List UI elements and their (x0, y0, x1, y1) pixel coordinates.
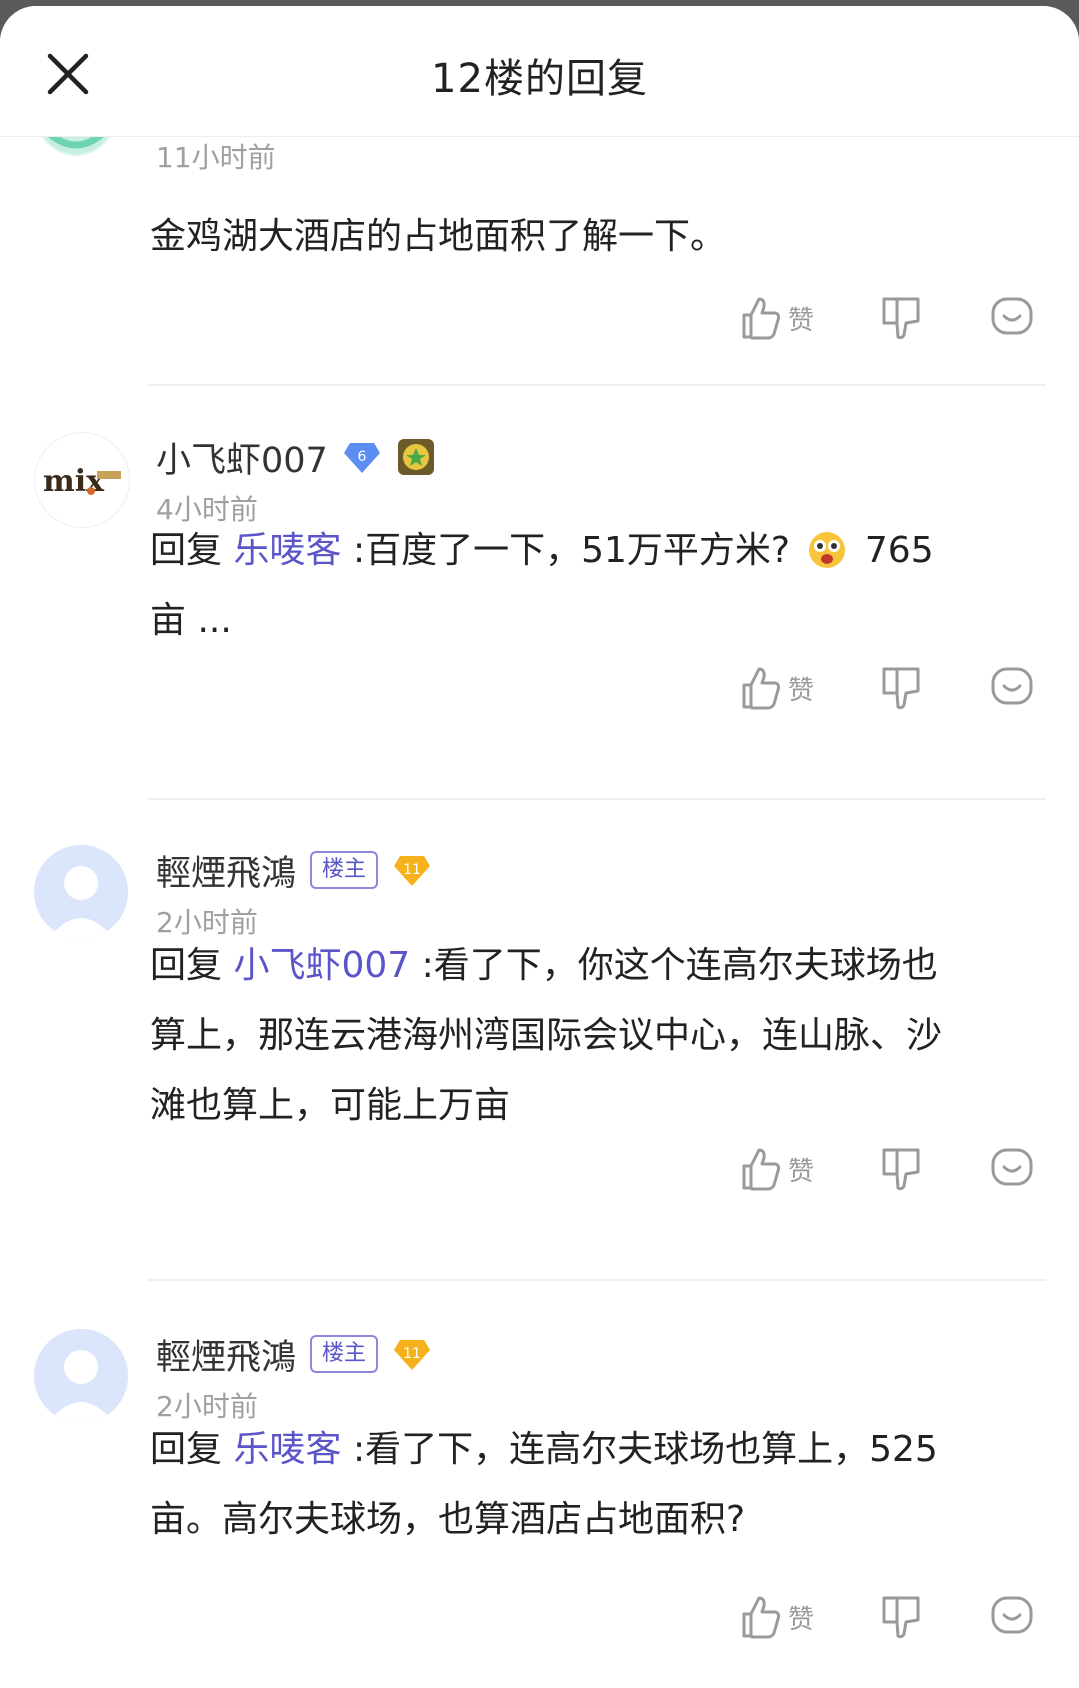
like-label: 赞 (788, 675, 815, 706)
reply-actions: 赞 (740, 1141, 1040, 1197)
thumbs-up-icon (742, 1148, 781, 1191)
default-user-avatar-icon (34, 1329, 128, 1423)
star-badge-icon (397, 439, 434, 475)
avatar[interactable]: mix (34, 432, 130, 528)
reply-item: mix 小飞虾007 6 4小时前 回复 乐唛客 :百度了一下，51万平方米? … (0, 386, 1079, 800)
reply-text-part: 滩也算上，可能上万亩 (150, 1085, 511, 1126)
reply-text-part: :看了下，你这个连高尔夫球场也 (421, 945, 938, 986)
avatar[interactable] (34, 845, 128, 939)
like-label: 赞 (788, 1604, 815, 1635)
reply-actions: 赞 (740, 660, 1040, 716)
username[interactable]: 輕煙飛鴻 (156, 1329, 296, 1380)
reply-actions: 赞 (740, 1589, 1040, 1645)
username[interactable]: 小飞虾007 (156, 432, 328, 483)
user-row: 輕煙飛鴻 楼主 11 (156, 845, 432, 895)
comment-button[interactable] (990, 290, 1034, 346)
svg-text:6: 6 (357, 449, 366, 465)
reply-text-part: :看了下，连高尔夫球场也算上，525 (352, 1429, 938, 1470)
thumbs-up-icon (742, 1596, 781, 1639)
svg-text:11: 11 (403, 862, 421, 878)
reply-text: 回复 乐唛客 :百度了一下，51万平方米? 765 亩 ... (150, 516, 1030, 656)
reply-prefix: 回复 (150, 945, 223, 986)
reply-prefix: 回复 (150, 1429, 223, 1470)
thumbs-up-icon (742, 297, 781, 340)
comment-icon (991, 667, 1033, 705)
like-button[interactable]: 赞 (740, 1589, 814, 1645)
thumbs-down-icon (882, 297, 920, 340)
thumbs-down-icon (882, 667, 920, 710)
reply-text-part: 765 (864, 530, 934, 571)
mix-logo-avatar-icon: mix (43, 464, 121, 499)
comment-icon (991, 1148, 1033, 1186)
page-title: 12楼的回复 (431, 56, 648, 102)
comment-icon (991, 1596, 1033, 1634)
comment-button[interactable] (990, 1589, 1034, 1645)
default-user-avatar-icon (34, 845, 128, 939)
username[interactable]: 輕煙飛鴻 (156, 845, 296, 896)
dislike-button[interactable] (880, 1141, 922, 1197)
reply-item: 輕煙飛鴻 楼主 11 2小时前 回复 乐唛客 :看了下，连高尔夫球场也算上，52… (0, 1285, 1079, 1688)
divider (148, 798, 1046, 800)
reply-text: 金鸡湖大酒店的占地面积了解一下。 (150, 216, 727, 257)
comment-icon (991, 297, 1033, 335)
reply-text: 回复 小飞虾007 :看了下，你这个连高尔夫球场也 算上，那连云港海州湾国际会议… (150, 931, 1030, 1141)
owner-tag: 楼主 (310, 1335, 379, 1373)
dislike-button[interactable] (880, 660, 922, 716)
mention-link[interactable]: 乐唛客 (233, 530, 341, 571)
user-row: 輕煙飛鴻 楼主 11 (156, 1329, 432, 1379)
comment-button[interactable] (990, 660, 1034, 716)
reply-item: 輕煙飛鴻 楼主 11 2小时前 回复 小飞虾007 :看了下，你这个连高尔夫球场… (0, 801, 1079, 1281)
header-bar: 12楼的回复 (0, 6, 1079, 137)
mention-link[interactable]: 小飞虾007 (233, 945, 410, 986)
dislike-button[interactable] (880, 1589, 922, 1645)
divider (148, 1279, 1046, 1281)
like-button[interactable]: 赞 (740, 1141, 814, 1197)
dislike-button[interactable] (880, 290, 922, 346)
mention-link[interactable]: 乐唛客 (233, 1429, 341, 1470)
avatar[interactable] (34, 1329, 128, 1423)
vip-diamond-icon: 6 (343, 443, 380, 473)
reply-prefix: 回复 (150, 530, 223, 571)
svg-text:mix: mix (43, 464, 105, 499)
surprised-emoji-icon (809, 532, 846, 568)
reply-list: 11小时前 金鸡湖大酒店的占地面积了解一下。 赞 mix 小飞虾007 6 4小… (0, 6, 1079, 1688)
user-row: 小飞虾007 6 (156, 432, 436, 482)
level-diamond-icon: 11 (394, 856, 431, 886)
reply-text-part: 亩 ... (150, 600, 232, 641)
level-diamond-icon: 11 (394, 1340, 431, 1370)
like-label: 赞 (788, 1156, 815, 1187)
thumbs-down-icon (882, 1596, 920, 1639)
reply-text-part: 亩。高尔夫球场，也算酒店占地面积? (150, 1499, 746, 1540)
thumbs-up-icon (742, 667, 781, 710)
owner-tag: 楼主 (310, 851, 379, 889)
reply-time: 11小时前 (156, 141, 276, 174)
like-button[interactable]: 赞 (740, 660, 814, 716)
reply-text-part: :百度了一下，51万平方米? (352, 530, 790, 571)
reply-text: 回复 乐唛客 :看了下，连高尔夫球场也算上，525 亩。高尔夫球场，也算酒店占地… (150, 1415, 1030, 1555)
thumbs-down-icon (882, 1148, 920, 1191)
reply-text-part: 算上，那连云港海州湾国际会议中心，连山脉、沙 (150, 1015, 943, 1056)
like-label: 赞 (788, 305, 815, 336)
reply-actions: 赞 (740, 290, 1040, 346)
reply-sheet: 12楼的回复 11小时前 金鸡湖大酒店的占地面积了解一下。 赞 mix 小飞虾0… (0, 6, 1079, 1688)
svg-text:11: 11 (403, 1346, 421, 1362)
comment-button[interactable] (990, 1141, 1034, 1197)
like-button[interactable]: 赞 (740, 290, 814, 346)
